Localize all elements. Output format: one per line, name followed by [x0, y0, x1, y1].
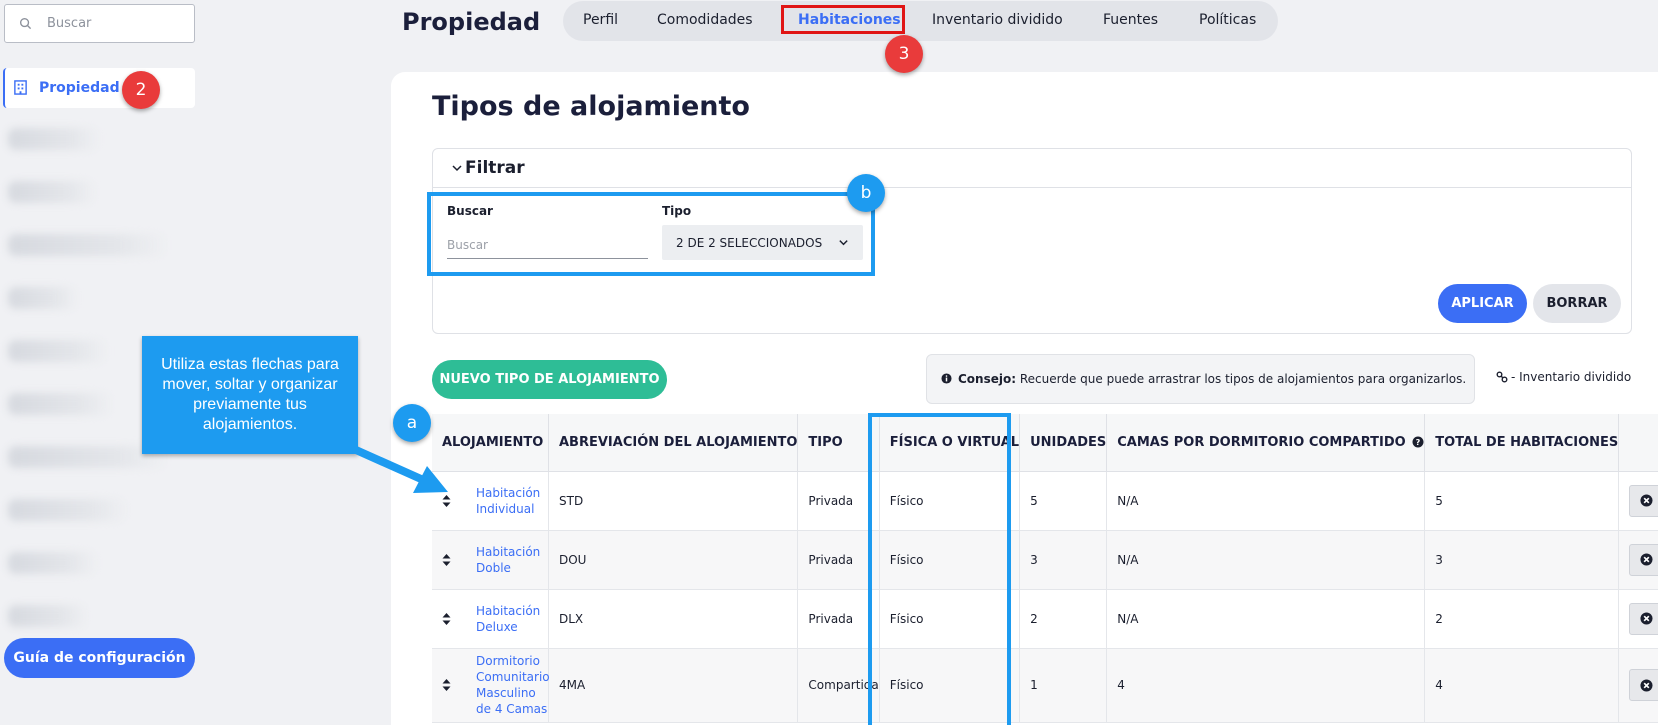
cell-abbr: DOU: [548, 530, 799, 590]
help-icon[interactable]: ?: [1412, 436, 1424, 448]
col-header-actions: [1618, 414, 1658, 472]
cell-beds: N/A: [1106, 530, 1426, 590]
delete-button[interactable]: [1629, 484, 1658, 517]
annotation-highlight-filter: [427, 192, 875, 276]
delete-button[interactable]: [1629, 669, 1658, 701]
sidebar-item-blurred[interactable]: [8, 605, 88, 627]
cell-units: 3: [1019, 530, 1108, 590]
cell-beds: N/A: [1106, 589, 1426, 649]
table-header-row: ALOJAMIENTO ABREVIACIÓN DEL ALOJAMIENTO …: [432, 414, 1658, 472]
annotation-badge-3: 3: [885, 35, 923, 73]
col-header-alojamiento[interactable]: ALOJAMIENTO: [432, 414, 549, 472]
delete-button[interactable]: [1629, 543, 1658, 576]
annotation-badge-b: b: [847, 174, 885, 212]
cell-beds: N/A: [1106, 471, 1426, 531]
drag-handle-icon[interactable]: [442, 612, 452, 625]
tab-politicas[interactable]: Políticas: [1199, 0, 1256, 40]
col-header-camas-label: CAMAS POR DORMITORIO COMPARTIDO: [1117, 434, 1406, 450]
building-icon: [13, 80, 29, 96]
close-circle-icon: [1640, 678, 1653, 692]
cell-abbr: STD: [548, 471, 799, 531]
cell-units: 2: [1019, 589, 1108, 649]
cell-actions: [1618, 530, 1658, 590]
cell-units: 5: [1019, 471, 1108, 531]
drag-handle-icon[interactable]: [442, 494, 452, 507]
main-title: Tipos de alojamiento: [432, 91, 750, 122]
tip-box: Consejo: Recuerde que puede arrastrar lo…: [926, 354, 1475, 404]
sidebar-item-propiedad[interactable]: Propiedad: [3, 68, 195, 108]
cell-actions: [1618, 471, 1658, 531]
cell-units: 1: [1019, 648, 1108, 723]
room-type-link[interactable]: Habitación Deluxe: [476, 603, 548, 635]
col-header-abreviacion[interactable]: ABREVIACIÓN DEL ALOJAMIENTO: [548, 414, 799, 472]
col-header-unidades[interactable]: UNIDADES: [1019, 414, 1108, 472]
tab-fuentes[interactable]: Fuentes: [1103, 0, 1158, 40]
filter-toggle[interactable]: Filtrar: [433, 149, 1631, 188]
annotation-highlight-column: [868, 413, 1011, 725]
tip-text: Recuerde que puede arrastrar los tipos d…: [1016, 372, 1467, 386]
sidebar-item-blurred[interactable]: [8, 234, 168, 256]
sidebar-search[interactable]: [4, 4, 195, 43]
drag-handle-icon[interactable]: [442, 553, 452, 566]
svg-text:?: ?: [1416, 438, 1421, 447]
cell-name: Habitación Deluxe: [432, 589, 549, 649]
link-icon: [1496, 371, 1508, 383]
cell-total: 4: [1424, 648, 1620, 723]
table-row: Habitación Deluxe DLX Privada Físico 2 N…: [432, 589, 1658, 649]
tab-comodidades[interactable]: Comodidades: [657, 0, 753, 40]
sidebar-item-blurred[interactable]: [8, 128, 100, 150]
split-inventory-legend: - Inventario dividido: [1496, 370, 1631, 384]
cell-abbr: 4MA: [548, 648, 799, 723]
info-icon: [941, 373, 953, 385]
col-header-total[interactable]: TOTAL DE HABITACIONES: [1424, 414, 1620, 472]
sidebar-search-input[interactable]: [47, 16, 177, 31]
chevron-down-icon: [451, 162, 463, 174]
cell-abbr: DLX: [548, 589, 799, 649]
sidebar-item-blurred[interactable]: [8, 287, 78, 309]
cell-beds: 4: [1106, 648, 1426, 723]
table-row: Dormitorio Comunitario Masculino de 4 Ca…: [432, 648, 1658, 723]
sidebar-item-blurred[interactable]: [8, 393, 113, 415]
annotation-badge-a: a: [393, 404, 431, 442]
cell-name: Habitación Individual: [432, 471, 549, 531]
room-type-link[interactable]: Habitación Doble: [476, 544, 548, 576]
clear-button[interactable]: BORRAR: [1533, 284, 1621, 323]
tab-perfil[interactable]: Perfil: [583, 0, 618, 40]
cell-name: Habitación Doble: [432, 530, 549, 590]
delete-button[interactable]: [1629, 602, 1658, 635]
close-circle-icon: [1640, 494, 1653, 507]
cell-total: 2: [1424, 589, 1620, 649]
cell-total: 5: [1424, 471, 1620, 531]
filter-heading: Filtrar: [465, 158, 525, 178]
drag-handle-icon[interactable]: [442, 679, 452, 691]
room-types-table: ALOJAMIENTO ABREVIACIÓN DEL ALOJAMIENTO …: [432, 414, 1658, 723]
close-circle-icon: [1640, 612, 1653, 625]
cell-total: 3: [1424, 530, 1620, 590]
cell-actions: [1618, 589, 1658, 649]
table-row: Habitación Individual STD Privada Físico…: [432, 471, 1658, 531]
close-circle-icon: [1640, 553, 1653, 566]
sidebar-item-blurred[interactable]: [8, 340, 108, 362]
tip-label: Consejo:: [958, 372, 1017, 386]
tab-inventario-dividido[interactable]: Inventario dividido: [932, 0, 1063, 40]
setup-guide-button[interactable]: Guía de configuración: [4, 638, 195, 678]
cell-actions: [1618, 648, 1658, 723]
annotation-highlight-tab: [781, 5, 905, 34]
annotation-callout: Utiliza estas flechas para mover, soltar…: [142, 336, 358, 454]
room-type-link[interactable]: Habitación Individual: [476, 485, 548, 517]
table-row: Habitación Doble DOU Privada Físico 3 N/…: [432, 530, 1658, 590]
col-header-camas[interactable]: CAMAS POR DORMITORIO COMPARTIDO ?: [1106, 414, 1426, 472]
sidebar-item-blurred[interactable]: [8, 499, 128, 521]
apply-button[interactable]: APLICAR: [1438, 284, 1527, 323]
split-inventory-label: - Inventario dividido: [1511, 370, 1632, 384]
cell-name: Dormitorio Comunitario Masculino de 4 Ca…: [432, 648, 550, 723]
new-room-type-button[interactable]: NUEVO TIPO DE ALOJAMIENTO: [432, 360, 667, 399]
sidebar-item-blurred[interactable]: [8, 552, 98, 574]
sidebar-item-blurred[interactable]: [8, 181, 96, 203]
room-type-link[interactable]: Dormitorio Comunitario Masculino de 4 Ca…: [476, 653, 550, 717]
sidebar-item-label: Propiedad: [39, 80, 120, 96]
search-icon: [19, 17, 33, 31]
page-title: Propiedad: [402, 8, 541, 36]
annotation-badge-2: 2: [122, 71, 160, 109]
